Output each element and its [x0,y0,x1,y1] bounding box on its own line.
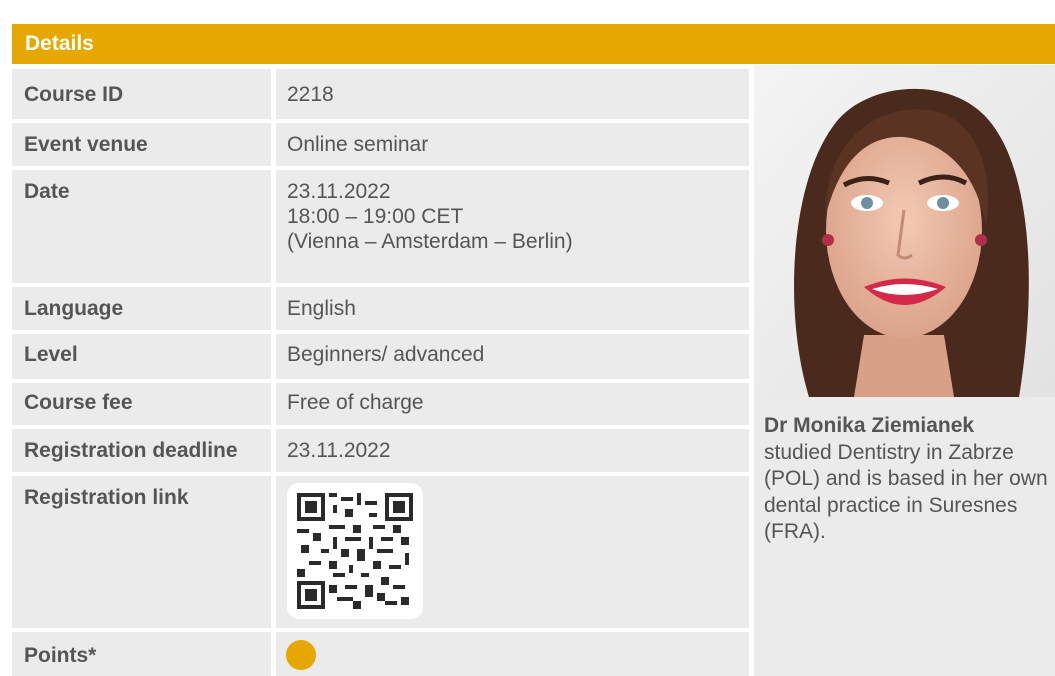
course-id-value: 2218 [276,69,749,119]
speaker-name: Dr Monika Ziemianek [764,414,975,437]
event-venue-label: Event venue [12,123,271,166]
time-line: 18:00 – 19:00 CET [287,205,464,228]
timezone-line: (Vienna – Amsterdam – Berlin) [287,230,573,253]
date-value: 23.11.2022 18:00 – 19:00 CET (Vienna – A… [276,170,749,283]
course-id-label: Course ID [12,69,271,119]
registration-link-label: Registration link [12,476,271,628]
level-label: Level [12,334,271,379]
speaker-bio: Dr Monika Ziemianek studied Dentistry in… [764,413,1049,546]
course-fee-label: Course fee [12,383,271,425]
points-label: Points* [12,632,271,676]
registration-deadline-value: 23.11.2022 [276,429,749,472]
event-venue-value: Online seminar [276,123,749,166]
speaker-photo [754,65,1055,397]
details-title: Details [25,32,94,55]
details-header: Details [12,24,1055,64]
points-dot-icon [286,640,316,670]
language-value: English [276,287,749,330]
level-value: Beginners/ advanced [276,334,749,379]
date-line: 23.11.2022 [287,180,391,203]
registration-deadline-label: Registration deadline [12,429,271,472]
date-label: Date [12,170,271,283]
qr-code-icon[interactable] [287,483,423,619]
points-value [276,632,749,676]
speaker-description: studied Dentistry in Zabrze (POL) and is… [764,440,1048,544]
language-label: Language [12,287,271,330]
course-fee-value: Free of charge [276,383,749,425]
